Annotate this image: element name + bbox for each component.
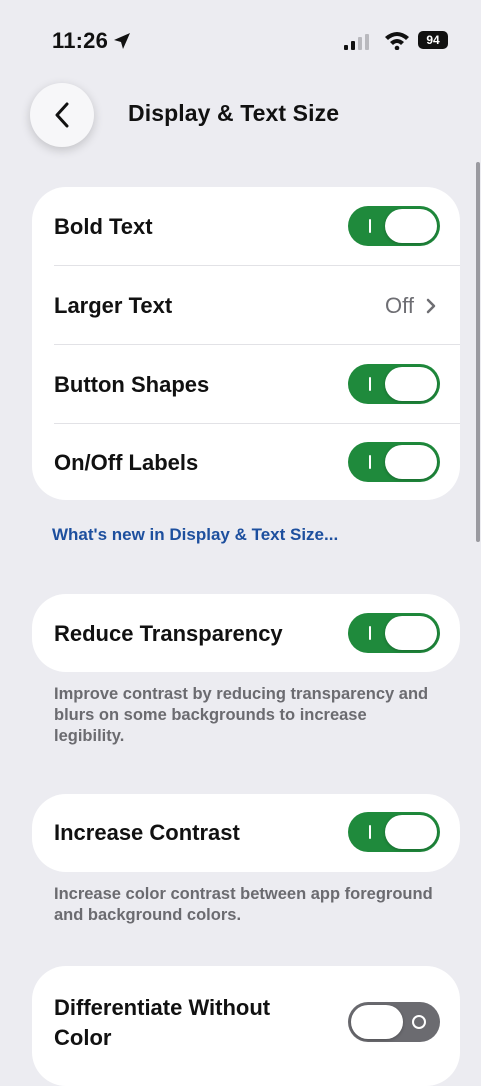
reduce-transparency-label: Reduce Transparency [54,621,283,646]
navigation-bar: Display & Text Size [0,80,481,150]
on-off-labels-row[interactable]: On/Off Labels [32,424,460,503]
on-label-mark [369,219,371,233]
cellular-signal-icon [344,34,369,50]
larger-text-value-label: Off [385,293,414,318]
reduce-transparency-card[interactable]: Reduce Transparency [32,594,460,672]
on-label-mark [369,455,371,469]
chevron-left-icon [55,102,69,128]
larger-text-value: Off [385,293,436,319]
row-label: On/Off Labels [54,450,199,475]
row-label: Larger Text [54,293,173,318]
toggle-knob [385,616,437,650]
on-label-mark [369,377,371,391]
status-time: 11:26 [52,28,109,53]
status-bar: 11:26 94 [0,0,481,80]
on-off-labels-toggle[interactable] [348,442,440,482]
differentiate-without-color-label: Differentiate Without Color [54,995,271,1050]
increase-contrast-footnote: Increase color contrast between app fore… [54,885,433,924]
battery-indicator: 94 [418,31,448,49]
row-label: Bold Text [54,214,153,239]
increase-contrast-card[interactable]: Increase Contrast [32,794,460,872]
off-label-mark [412,1015,426,1029]
increase-contrast-toggle[interactable] [348,812,440,852]
toggle-knob [385,209,437,243]
button-shapes-toggle[interactable] [348,364,440,404]
bold-text-row[interactable]: Bold Text [32,187,460,266]
reduce-transparency-footnote: Improve contrast by reducing transparenc… [54,685,429,745]
toggle-knob [385,445,437,479]
text-options-card: Bold Text Larger Text Off Button Shapes … [32,187,460,500]
row-label: Button Shapes [54,372,210,397]
toggle-knob [385,367,437,401]
back-button[interactable] [30,83,94,147]
differentiate-without-color-card[interactable]: Differentiate Without Color [32,966,460,1086]
page-title: Display & Text Size [128,100,340,126]
whats-new-link[interactable]: What's new in Display & Text Size... [52,525,338,545]
button-shapes-row[interactable]: Button Shapes [32,345,460,424]
on-label-mark [369,825,371,839]
chevron-right-icon [426,298,436,314]
larger-text-row[interactable]: Larger Text Off [32,266,460,345]
location-arrow-icon [114,33,130,49]
toggle-knob [385,815,437,849]
increase-contrast-label: Increase Contrast [54,820,240,845]
on-label-mark [369,626,371,640]
toggle-knob [351,1005,403,1039]
bold-text-toggle[interactable] [348,206,440,246]
scrollbar[interactable] [476,162,480,542]
wifi-icon [385,32,409,50]
differentiate-without-color-toggle[interactable] [348,1002,440,1042]
reduce-transparency-toggle[interactable] [348,613,440,653]
